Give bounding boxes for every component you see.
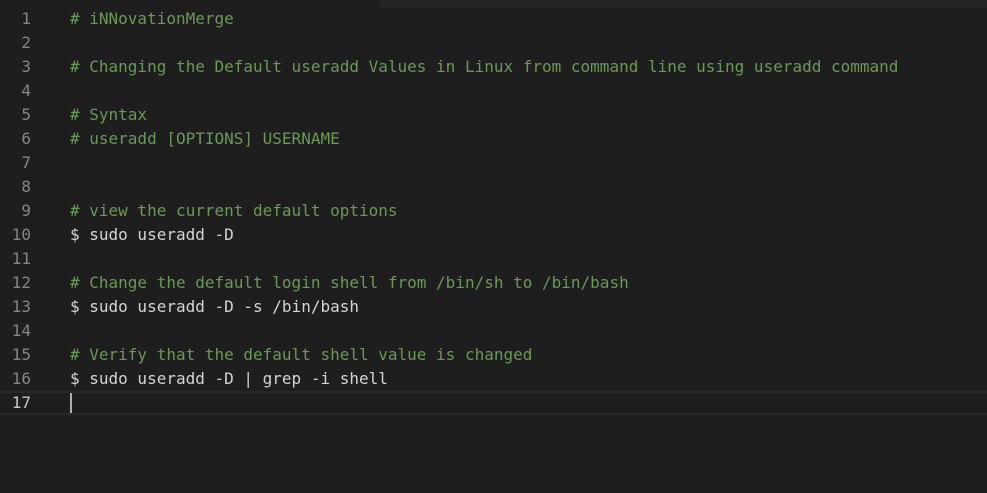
line-number: 10 bbox=[11, 225, 31, 244]
code-line-5[interactable]: 5 # Syntax bbox=[0, 103, 987, 127]
line-number: 12 bbox=[11, 273, 31, 292]
line-text: # iNNovationMerge bbox=[70, 9, 234, 28]
line-number: 7 bbox=[21, 153, 31, 172]
code-line-16[interactable]: 16 $ sudo useradd -D | grep -i shell bbox=[0, 367, 987, 391]
line-number: 13 bbox=[11, 297, 31, 316]
code-line-12[interactable]: 12 # Change the default login shell from… bbox=[0, 271, 987, 295]
line-text: # useradd [OPTIONS] USERNAME bbox=[70, 129, 340, 148]
line-number: 11 bbox=[11, 249, 31, 268]
text-cursor bbox=[70, 393, 72, 413]
line-number: 16 bbox=[11, 369, 31, 388]
code-editor[interactable]: 1 # iNNovationMerge 2 3 # Changing the D… bbox=[0, 0, 987, 438]
editor-lines[interactable]: 1 # iNNovationMerge 2 3 # Changing the D… bbox=[0, 7, 987, 415]
line-text: # view the current default options bbox=[70, 201, 398, 220]
code-line-6[interactable]: 6 # useradd [OPTIONS] USERNAME bbox=[0, 127, 987, 151]
line-number: 3 bbox=[21, 57, 31, 76]
code-line-9[interactable]: 9 # view the current default options bbox=[0, 199, 987, 223]
code-line-7[interactable]: 7 bbox=[0, 151, 987, 175]
line-text: $ sudo useradd -D | grep -i shell bbox=[70, 369, 388, 388]
line-text: # Syntax bbox=[70, 105, 148, 124]
code-line-3[interactable]: 3 # Changing the Default useradd Values … bbox=[0, 55, 987, 79]
code-line-15[interactable]: 15 # Verify that the default shell value… bbox=[0, 343, 987, 367]
line-number: 1 bbox=[21, 9, 31, 28]
line-number: 14 bbox=[11, 321, 31, 340]
code-line-14[interactable]: 14 bbox=[0, 319, 987, 343]
code-line-13[interactable]: 13 $ sudo useradd -D -s /bin/bash bbox=[0, 295, 987, 319]
code-line-17-current[interactable]: 17 bbox=[0, 391, 987, 415]
line-number: 17 bbox=[11, 393, 31, 412]
code-line-8[interactable]: 8 bbox=[0, 175, 987, 199]
line-number: 6 bbox=[21, 129, 31, 148]
code-line-11[interactable]: 11 bbox=[0, 247, 987, 271]
code-line-2[interactable]: 2 bbox=[0, 31, 987, 55]
line-number: 15 bbox=[11, 345, 31, 364]
line-text: # Changing the Default useradd Values in… bbox=[70, 57, 899, 76]
editor-top-strip bbox=[380, 0, 987, 7]
code-line-10[interactable]: 10 $ sudo useradd -D bbox=[0, 223, 987, 247]
code-line-4[interactable]: 4 bbox=[0, 79, 987, 103]
line-number: 8 bbox=[21, 177, 31, 196]
line-number: 9 bbox=[21, 201, 31, 220]
line-number: 2 bbox=[21, 33, 31, 52]
code-line-1[interactable]: 1 # iNNovationMerge bbox=[0, 7, 987, 31]
line-text: $ sudo useradd -D bbox=[70, 225, 234, 244]
line-text: # Change the default login shell from /b… bbox=[70, 273, 629, 292]
line-number: 5 bbox=[21, 105, 31, 124]
line-text: # Verify that the default shell value is… bbox=[70, 345, 533, 364]
line-text: $ sudo useradd -D -s /bin/bash bbox=[70, 297, 359, 316]
line-number: 4 bbox=[21, 81, 31, 100]
